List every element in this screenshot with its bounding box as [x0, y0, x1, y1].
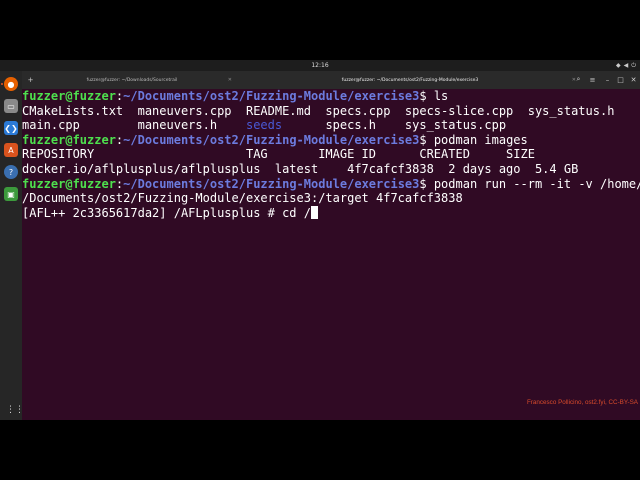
- ls-output-2: main.cpp maneuvers.h seeds specs.h sys_s…: [22, 118, 507, 133]
- images-row: docker.io/aflplusplus/aflplusplus latest…: [22, 162, 579, 176]
- tab-label: fuzzer@fuzzer: ~/Documents/ost2/Fuzzing-…: [341, 78, 479, 83]
- network-icon: ◆: [616, 62, 621, 69]
- maximize-icon[interactable]: □: [615, 74, 626, 85]
- menu-icon[interactable]: ≡: [587, 74, 598, 85]
- desktop-screen: 12:16 ◆ ◀ ⏻ ● ▭ ❮❯ A ? ▣ + fuzzer@fuzzer…: [0, 60, 640, 420]
- run-continuation: /Documents/ost2/Fuzzing-Module/exercise3…: [22, 191, 463, 206]
- clock[interactable]: 12:16: [0, 60, 640, 71]
- minimize-icon[interactable]: –: [602, 74, 613, 85]
- search-icon[interactable]: ⌕: [573, 74, 584, 85]
- ls-output-1: CMakeLists.txt maneuvers.cpp README.md s…: [22, 103, 615, 118]
- files-icon[interactable]: ▭: [4, 99, 18, 113]
- prompt-line-ls: fuzzer@fuzzer:~/Documents/ost2/Fuzzing-M…: [22, 89, 449, 103]
- power-icon: ⏻: [631, 61, 636, 69]
- watermark: Francesco Pollicino, ost2.fyi, CC-BY-SA: [526, 399, 638, 406]
- text-cursor: [310, 205, 318, 219]
- close-icon[interactable]: ✕: [228, 74, 232, 87]
- trash-icon[interactable]: ▣: [4, 187, 18, 201]
- help-icon[interactable]: ?: [4, 165, 18, 179]
- close-window-icon[interactable]: ✕: [628, 74, 639, 85]
- active-indicator: [1, 83, 3, 85]
- terminal-titlebar: + fuzzer@fuzzer: ~/Downloads/Sourcetrail…: [22, 71, 640, 89]
- seeds-dir: seeds: [245, 118, 283, 133]
- tab-sourcetrail[interactable]: fuzzer@fuzzer: ~/Downloads/Sourcetrail ✕: [28, 74, 236, 87]
- tab-label: fuzzer@fuzzer: ~/Downloads/Sourcetrail: [86, 78, 178, 83]
- dock: ● ▭ ❮❯ A ? ▣: [0, 71, 22, 420]
- firefox-icon[interactable]: ●: [4, 77, 18, 91]
- volume-icon: ◀: [623, 62, 629, 69]
- prompt-line-images: fuzzer@fuzzer:~/Documents/ost2/Fuzzing-M…: [22, 132, 528, 147]
- vscode-icon[interactable]: ❮❯: [4, 121, 18, 135]
- container-prompt: [AFL++ 2c3365617da2] /AFLplusplus # cd /: [22, 205, 318, 221]
- system-tray[interactable]: ◆ ◀ ⏻: [616, 60, 636, 71]
- top-bar: 12:16 ◆ ◀ ⏻: [0, 60, 640, 71]
- show-apps-icon[interactable]: ⋮⋮: [6, 405, 24, 415]
- tab-exercise3[interactable]: fuzzer@fuzzer: ~/Documents/ost2/Fuzzing-…: [240, 74, 580, 87]
- terminal-output[interactable]: fuzzer@fuzzer:~/Documents/ost2/Fuzzing-M…: [22, 89, 640, 420]
- prompt-line-run: fuzzer@fuzzer:~/Documents/ost2/Fuzzing-M…: [22, 176, 640, 191]
- images-header: REPOSITORY TAG IMAGE ID CREATED SIZE: [22, 147, 535, 162]
- software-icon[interactable]: A: [4, 143, 18, 157]
